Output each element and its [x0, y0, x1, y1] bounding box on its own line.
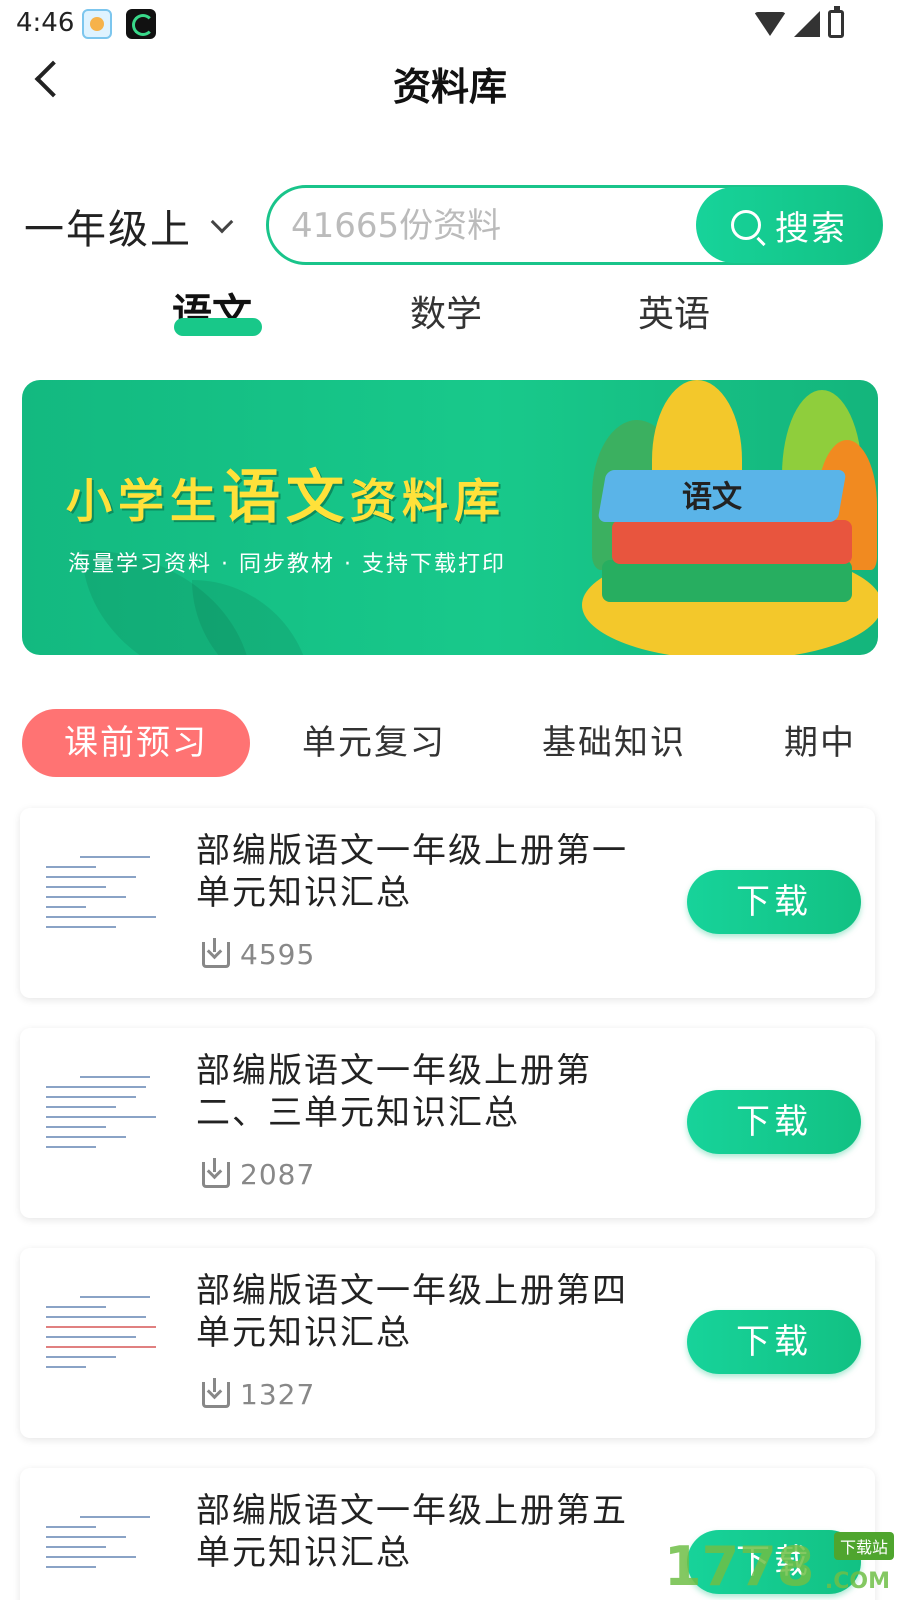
document-thumbnail — [40, 1072, 180, 1168]
download-count-group: 2087 — [202, 1157, 316, 1191]
download-icon — [202, 937, 230, 968]
banner-title: 小学生语文资料库 — [66, 450, 506, 534]
filter-row: 一年级上 搜索 — [0, 185, 900, 265]
resource-title: 部编版语文一年级上册第四单元知识汇总 — [196, 1271, 628, 1353]
search-icon — [731, 210, 761, 240]
notification-app-icon — [126, 9, 156, 39]
banner-subtitle: 海量学习资料 · 同步教材 · 支持下载打印 — [68, 552, 506, 577]
document-thumbnail — [40, 1512, 180, 1600]
category-midterm[interactable]: 期中 — [784, 709, 856, 777]
document-thumbnail — [40, 1292, 180, 1388]
page-title: 资料库 — [392, 65, 507, 109]
nav-bar: 资料库 — [0, 48, 900, 112]
search-button[interactable]: 搜索 — [696, 187, 882, 263]
category-unit-review[interactable]: 单元复习 — [302, 709, 446, 777]
download-count: 4595 — [240, 938, 316, 971]
status-indicators — [754, 6, 844, 38]
banner-title-highlight: 语文 — [222, 463, 351, 531]
document-thumbnail — [40, 852, 180, 948]
resource-card[interactable]: 部编版语文一年级上册第一单元知识汇总 4595 下载 — [20, 808, 875, 998]
download-count: 1327 — [240, 1378, 316, 1411]
download-count-group: 4595 — [202, 937, 316, 971]
tab-math[interactable]: 数学 — [410, 285, 482, 337]
download-count-group: 1327 — [202, 1377, 316, 1411]
tab-english[interactable]: 英语 — [638, 285, 710, 337]
grade-selector[interactable]: 一年级上 — [24, 197, 234, 255]
book-decoration — [602, 560, 852, 602]
search-button-label: 搜索 — [775, 208, 847, 249]
resource-title: 部编版语文一年级上册第一单元知识汇总 — [196, 831, 628, 913]
battery-icon — [828, 6, 844, 38]
resource-card[interactable]: 部编版语文一年级上册第四单元知识汇总 1327 下载 — [20, 1248, 875, 1438]
download-icon — [202, 1157, 230, 1188]
book-decoration — [612, 520, 852, 564]
status-bar: 4:46 — [0, 0, 900, 48]
book-text: 语文 — [682, 480, 742, 515]
category-basics[interactable]: 基础知识 — [542, 709, 686, 777]
banner-title-prefix: 小学生 — [66, 474, 222, 528]
chevron-down-icon — [210, 210, 234, 234]
download-count: 2087 — [240, 1158, 316, 1191]
subject-tabs: 语文 数学 英语 — [0, 285, 900, 345]
banner-title-suffix: 资料库 — [350, 474, 507, 528]
category-row: 课前预习 单元复习 基础知识 期中 — [0, 705, 900, 777]
download-icon — [202, 1377, 230, 1408]
site-watermark: 1778 下载站 .COM — [664, 1532, 894, 1598]
banner-illustration: 语文 — [582, 380, 878, 655]
watermark-number: 1778 — [664, 1535, 815, 1598]
download-button[interactable]: 下载 — [687, 870, 861, 934]
watermark-suffix: .COM — [824, 1569, 890, 1594]
resource-card[interactable]: 部编版语文一年级上册第二、三单元知识汇总 2087 下载 — [20, 1028, 875, 1218]
wifi-icon — [754, 12, 786, 36]
status-time: 4:46 — [16, 8, 75, 38]
download-button[interactable]: 下载 — [687, 1310, 861, 1374]
signal-icon — [794, 11, 820, 37]
active-tab-indicator — [174, 318, 262, 336]
download-button[interactable]: 下载 — [687, 1090, 861, 1154]
notification-app-icon — [82, 9, 112, 39]
search-input[interactable] — [291, 202, 671, 250]
search-box: 搜索 — [266, 185, 883, 265]
watermark-badge: 下载站 — [833, 1532, 894, 1560]
grade-label: 一年级上 — [24, 207, 192, 253]
promo-banner[interactable]: 小学生语文资料库 海量学习资料 · 同步教材 · 支持下载打印 语文 — [22, 380, 878, 655]
resource-title: 部编版语文一年级上册第五单元知识汇总 — [196, 1491, 628, 1573]
category-preview[interactable]: 课前预习 — [22, 709, 250, 777]
leaf-decoration — [192, 580, 312, 655]
resource-title: 部编版语文一年级上册第二、三单元知识汇总 — [196, 1051, 592, 1133]
